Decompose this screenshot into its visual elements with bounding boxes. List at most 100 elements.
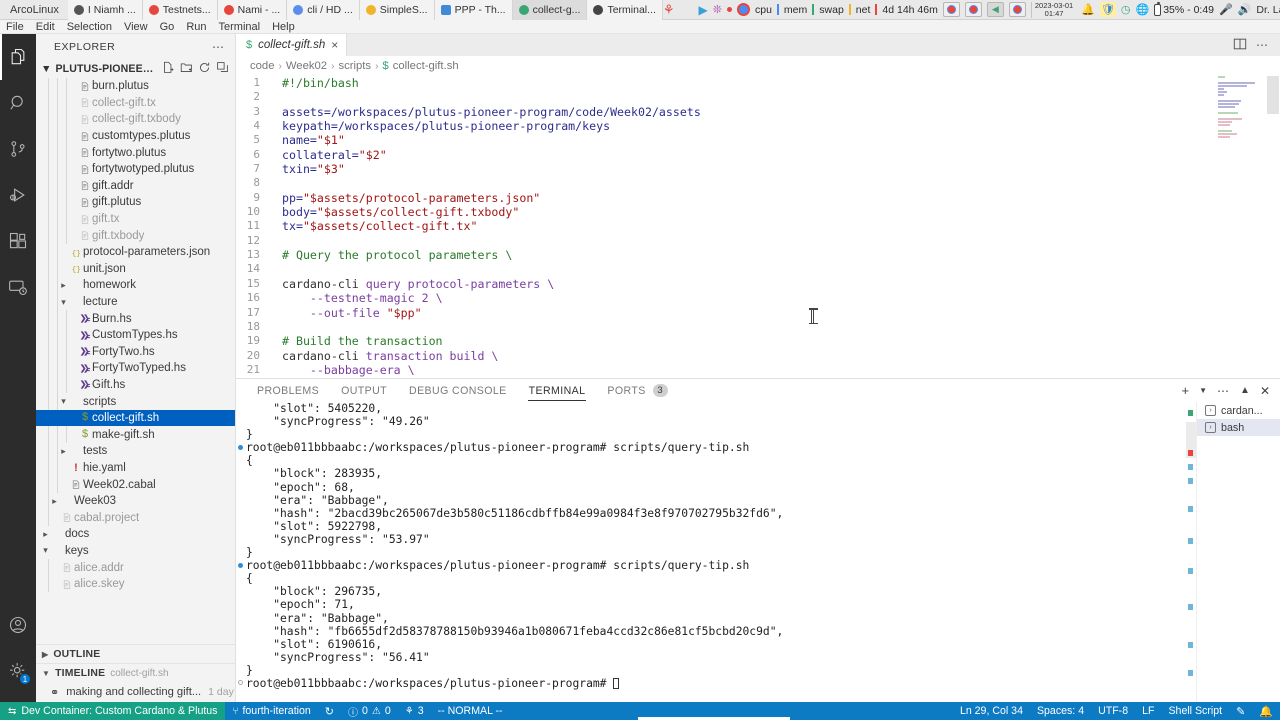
menu-go[interactable]: Go — [154, 20, 181, 34]
file-tree-row[interactable]: fortytwo.plutus — [36, 144, 235, 161]
chevron-right-icon[interactable]: ▸ — [58, 446, 69, 457]
minimap[interactable] — [1218, 76, 1266, 378]
menu-file[interactable]: File — [0, 20, 30, 34]
workspace-root-row[interactable]: ▼ PLUTUS-PIONEER-PROG... — [36, 59, 235, 78]
menu-selection[interactable]: Selection — [61, 20, 118, 34]
chevron-down-icon[interactable]: ▾ — [40, 545, 51, 556]
panel-tab-problems[interactable]: PROBLEMS — [246, 379, 330, 402]
radon-indicator[interactable]: ⚘ 3 — [398, 702, 431, 720]
run-debug-icon[interactable] — [0, 172, 36, 218]
tray-window-1[interactable] — [943, 2, 960, 17]
chevron-down-icon[interactable]: ▾ — [58, 297, 69, 308]
close-icon[interactable]: × — [331, 40, 338, 50]
new-file-icon[interactable] — [162, 61, 175, 77]
file-tree-row[interactable]: ▸docs — [36, 526, 235, 543]
source-control-icon[interactable] — [0, 126, 36, 172]
explorer-more-icon[interactable]: ⋯ — [212, 40, 225, 54]
file-tree-row[interactable]: FortyTwo.hs — [36, 344, 235, 361]
chevron-down-icon[interactable]: ▾ — [58, 396, 69, 407]
panel-tabs[interactable]: PROBLEMSOUTPUTDEBUG CONSOLETERMINALPORTS… — [246, 379, 679, 402]
terminal-scrollbar[interactable] — [1186, 402, 1196, 702]
shield-icon[interactable]: 🛡 — [1100, 2, 1116, 17]
file-tree-row[interactable]: Week02.cabal — [36, 476, 235, 493]
menu-help[interactable]: Help — [266, 20, 301, 34]
explorer-icon[interactable] — [0, 34, 36, 80]
panel-tab-output[interactable]: OUTPUT — [330, 379, 398, 402]
breadcrumb-item[interactable]: code — [250, 60, 275, 72]
file-tree-row[interactable]: ▾lecture — [36, 294, 235, 311]
tray-window-2[interactable] — [965, 2, 982, 17]
terminal-list-item[interactable]: ›bash — [1197, 419, 1280, 436]
problems-indicator[interactable]: ⓘ 0 ⚠ 0 — [341, 702, 398, 720]
chevron-right-icon[interactable]: ▸ — [58, 280, 69, 291]
menu-view[interactable]: View — [118, 20, 154, 34]
outline-section-header[interactable]: ▶ OUTLINE — [36, 644, 236, 663]
editor-scrollbar[interactable] — [1266, 76, 1280, 378]
file-tree-row[interactable]: {}protocol-parameters.json — [36, 244, 235, 261]
refresh-icon[interactable] — [198, 61, 211, 77]
more-actions-icon[interactable]: ⋯ — [1217, 384, 1230, 398]
sync-button[interactable]: ↻ — [318, 702, 341, 720]
os-tab-3[interactable]: cli / HD ... — [287, 0, 360, 20]
status-bar[interactable]: ⇆ Dev Container: Custom Cardano & Plutus… — [0, 702, 1280, 720]
close-panel-icon[interactable]: ✕ — [1260, 384, 1270, 398]
accounts-icon[interactable] — [0, 602, 36, 648]
file-tree-row[interactable]: gift.addr — [36, 178, 235, 195]
vscode-menubar[interactable]: FileEditSelectionViewGoRunTerminalHelp — [0, 20, 1280, 34]
chevron-down-icon[interactable]: ▼ — [1199, 386, 1207, 395]
terminal-output[interactable]: "slot": 5405220, "syncProgress": "49.26"… — [236, 402, 1196, 702]
tray-window-3[interactable]: ◀ — [987, 2, 1004, 17]
telegram-icon[interactable]: ▶ — [699, 3, 708, 17]
bell-icon[interactable]: 🔔 — [1252, 702, 1280, 720]
remote-explorer-icon[interactable] — [0, 264, 36, 310]
panel-tab-debug-console[interactable]: DEBUG CONSOLE — [398, 379, 518, 402]
os-tab-2[interactable]: Nami - ... — [218, 0, 288, 20]
file-tree-row[interactable]: collect-gift.txbody — [36, 111, 235, 128]
file-tree-row[interactable]: burn.plutus — [36, 78, 235, 95]
menu-edit[interactable]: Edit — [30, 20, 61, 34]
file-tree-row[interactable]: alice.skey — [36, 576, 235, 593]
file-tree-row[interactable]: !hie.yaml — [36, 460, 235, 477]
clock-widget[interactable]: 2023-03-01 01:47 — [1031, 2, 1076, 18]
chevron-right-icon[interactable]: ▸ — [49, 496, 60, 507]
terminal-list-panel[interactable]: ›cardan...›bash — [1196, 402, 1280, 702]
volume-icon[interactable]: 🔊 — [1238, 3, 1252, 16]
tray-window-4[interactable] — [1009, 2, 1026, 17]
more-actions-icon[interactable]: ⋯ — [1256, 38, 1269, 52]
file-tree-row[interactable]: Gift.hs — [36, 377, 235, 394]
file-tree-row[interactable]: ▾scripts — [36, 393, 235, 410]
file-tree-row[interactable]: gift.tx — [36, 211, 235, 228]
editor-tab-bar[interactable]: $ collect-gift.sh × ⋯ — [236, 34, 1280, 56]
terminal-active-prompt[interactable]: root@eb011bbbaabc:/workspaces/plutus-pio… — [246, 677, 1196, 690]
editor-scrollbar-thumb[interactable] — [1267, 76, 1279, 114]
breadcrumb[interactable]: code›Week02›scripts›$collect-gift.sh — [236, 56, 1280, 76]
timeline-entry[interactable]: ⚭ making and collecting gift... 1 day — [36, 682, 236, 702]
extensions-icon[interactable] — [0, 218, 36, 264]
os-tab-5[interactable]: PPP - Th... — [435, 0, 513, 20]
file-tree-row[interactable]: ▾keys — [36, 543, 235, 560]
cursor-position[interactable]: Ln 29, Col 34 — [953, 702, 1030, 720]
os-tab-0[interactable]: I Niamh ... — [68, 0, 143, 20]
file-tree-row[interactable]: ▸tests — [36, 443, 235, 460]
feedback-icon[interactable]: ✎ — [1229, 702, 1252, 720]
os-tab-1[interactable]: Testnets... — [143, 0, 218, 20]
notification-bell-icon[interactable]: 🔔 — [1081, 3, 1095, 16]
file-tree-row[interactable]: cabal.project — [36, 509, 235, 526]
language-mode[interactable]: Shell Script — [1161, 702, 1229, 720]
remote-indicator[interactable]: ⇆ Dev Container: Custom Cardano & Plutus — [0, 702, 225, 720]
menu-terminal[interactable]: Terminal — [213, 20, 267, 34]
code-editor[interactable]: 1#!/bin/bash23assets=/workspaces/plutus-… — [236, 76, 1280, 378]
file-tree-row[interactable]: collect-gift.tx — [36, 95, 235, 112]
file-tree-row[interactable]: ▸Week03 — [36, 493, 235, 510]
panel-actions[interactable]: + ▼ ⋯ ▲ ✕ — [1182, 383, 1280, 398]
file-tree-row[interactable]: fortytwotyped.plutus — [36, 161, 235, 178]
file-tree-row[interactable]: {}unit.json — [36, 261, 235, 278]
timeline-section-header[interactable]: ▼ TIMELINE collect-gift.sh — [36, 663, 236, 682]
file-tree[interactable]: burn.plutuscollect-gift.txcollect-gift.t… — [36, 78, 235, 592]
globe-icon[interactable]: 🌐 — [1136, 3, 1150, 16]
indentation-setting[interactable]: Spaces: 4 — [1030, 702, 1091, 720]
file-tree-row[interactable]: gift.plutus — [36, 194, 235, 211]
maximize-panel-icon[interactable]: ▲ — [1240, 385, 1250, 396]
branch-indicator[interactable]: ⑂ fourth-iteration — [225, 702, 317, 720]
menu-run[interactable]: Run — [180, 20, 212, 34]
